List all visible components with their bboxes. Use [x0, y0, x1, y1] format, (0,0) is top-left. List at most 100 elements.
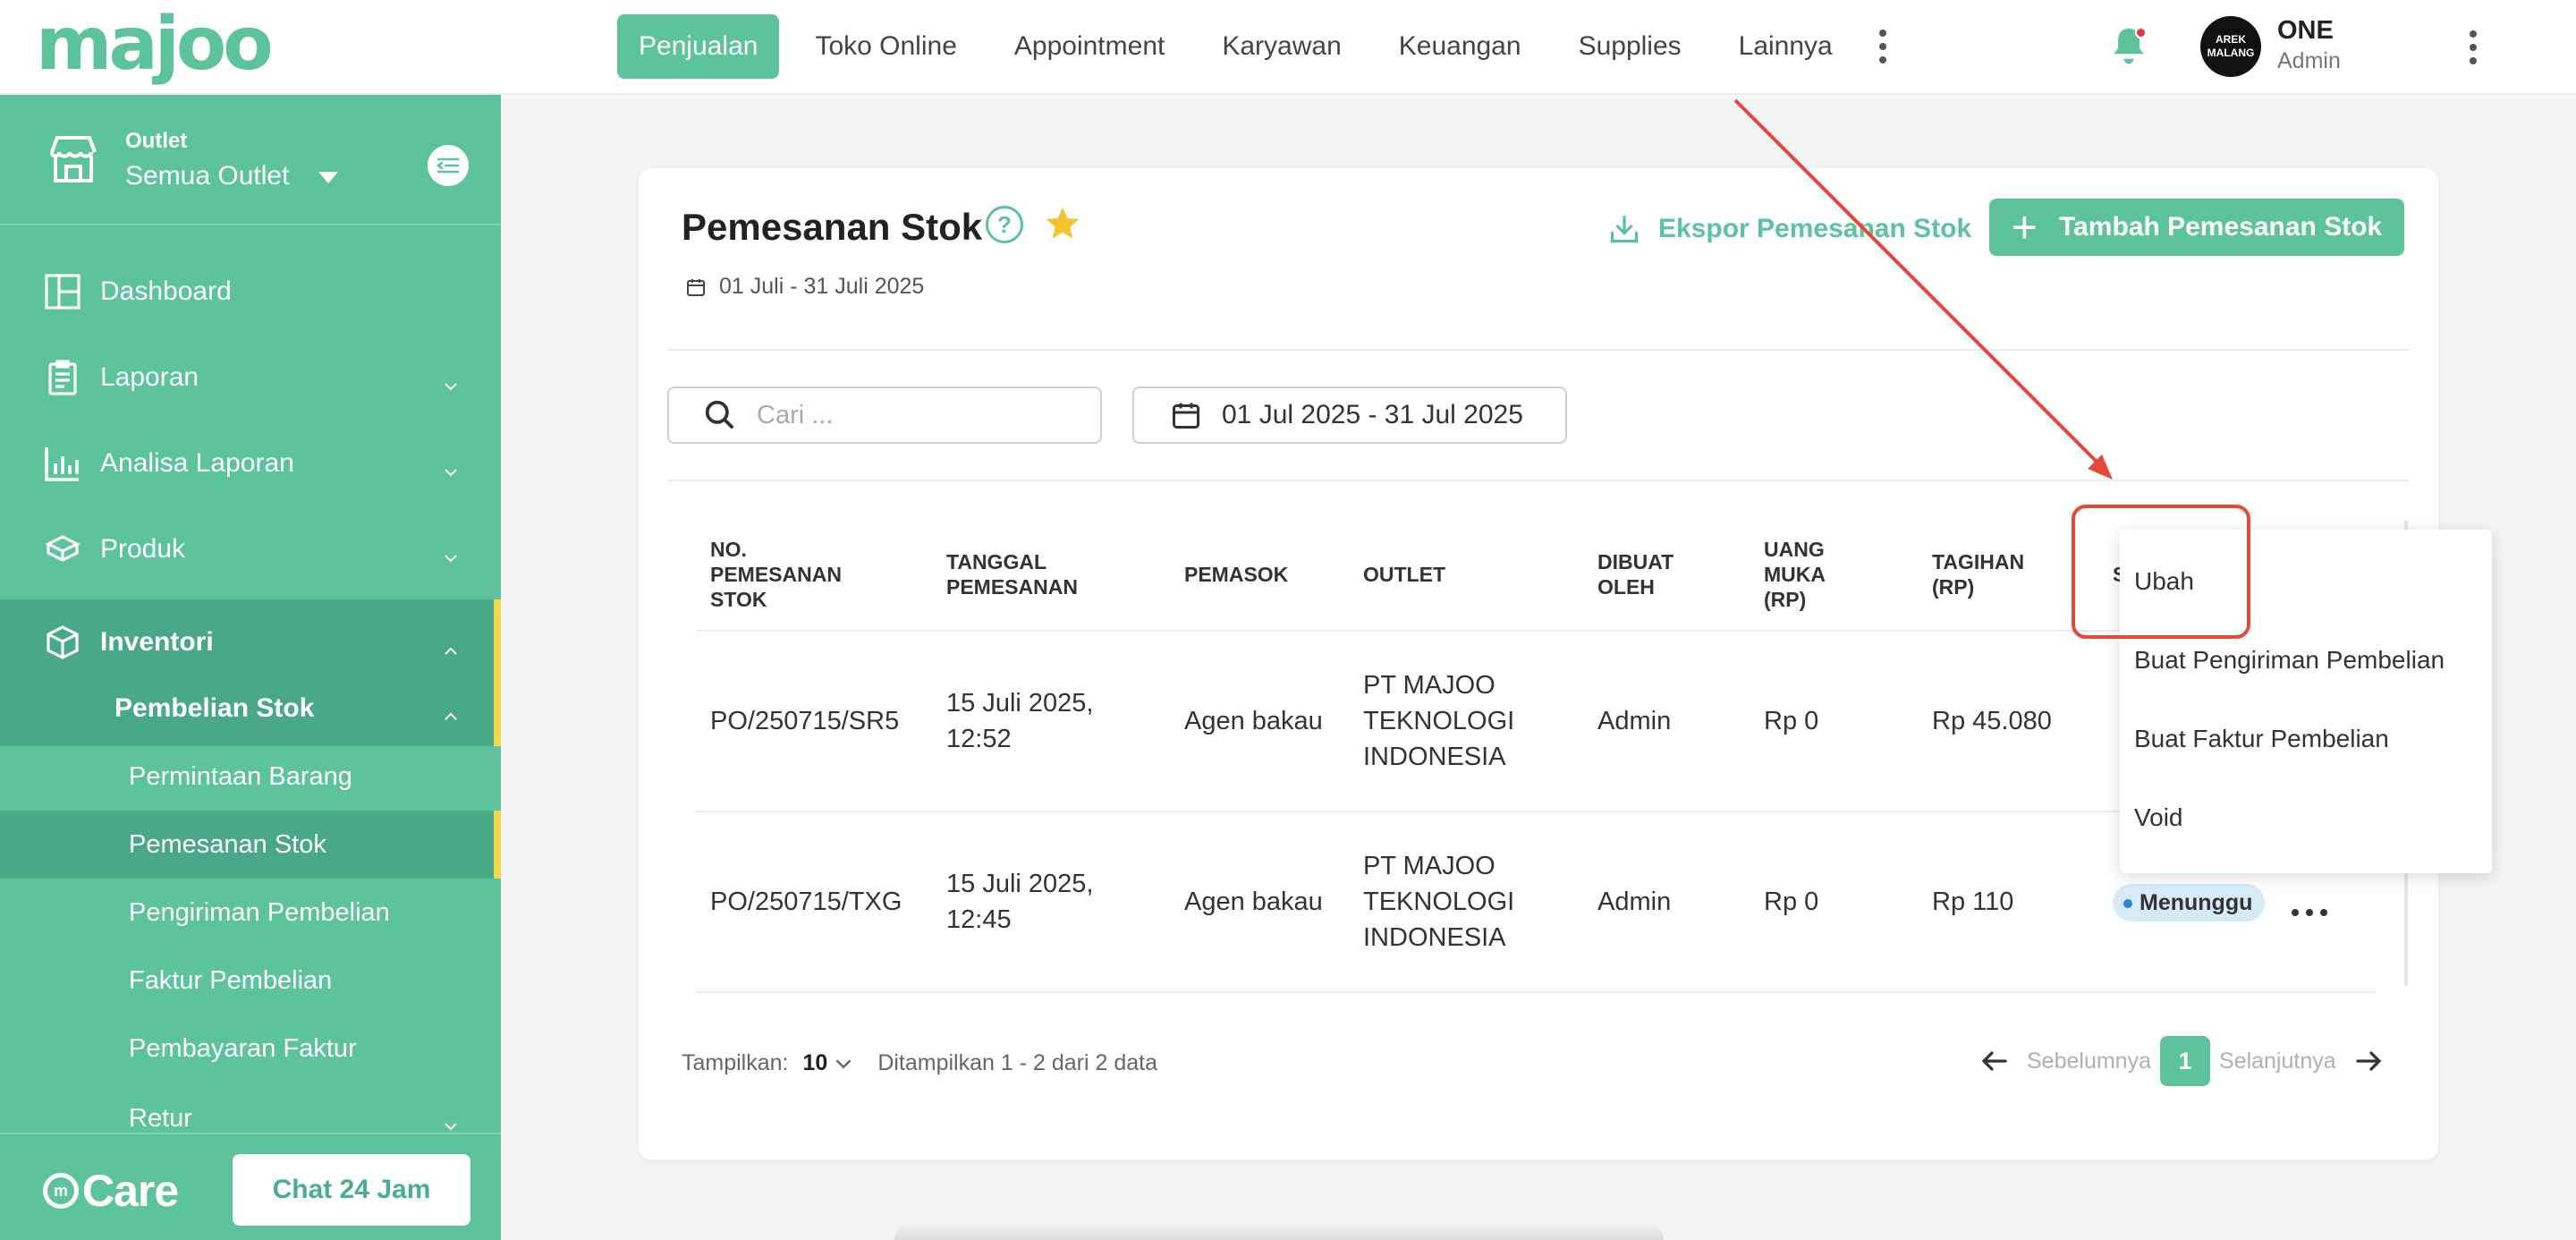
more-options-icon[interactable] [2467, 30, 2479, 64]
user-role: Admin [2277, 48, 2341, 73]
period-label: 01 Juli - 31 Juli 2025 [685, 274, 924, 300]
outlet-selector[interactable]: Outlet Semua Outlet [0, 95, 501, 225]
sidebar-item-permintaan-barang[interactable]: Permintaan Barang [0, 743, 501, 811]
download-icon [1610, 215, 1639, 243]
cube-icon [45, 624, 80, 660]
sidebar-item-pemesanan-stok[interactable]: Pemesanan Stok [0, 811, 501, 879]
menu-item-buat-faktur[interactable]: Buat Faktur Pembelian [2134, 725, 2389, 753]
box-icon [45, 531, 80, 567]
cell-dibuat-oleh: Admin [1597, 888, 1672, 916]
sidebar-item-faktur-pembelian[interactable]: Faktur Pembelian [0, 947, 501, 1015]
majoo-care-logo: m Care [43, 1165, 179, 1217]
notification-dot [2135, 27, 2147, 38]
calendar-icon [687, 278, 705, 296]
outlet-value[interactable]: Semua Outlet [125, 161, 289, 191]
majoo-logo[interactable]: majoo [36, 8, 274, 81]
clipboard-icon [45, 360, 80, 395]
header-outlet: OUTLET [1363, 563, 1445, 586]
sidebar-footer: m Care Chat 24 Jam [0, 1133, 501, 1240]
cell-tanggal: 15 Juli 2025, 12:45 [946, 870, 1094, 934]
favorite-star-icon[interactable] [1043, 204, 1082, 243]
divider [667, 349, 2410, 351]
cell-dibuat-oleh: Admin [1597, 707, 1672, 735]
header-tagihan: TAGIHAN (RP) [1932, 550, 2025, 599]
search-input[interactable] [757, 400, 1079, 430]
collapse-sidebar-button[interactable] [428, 145, 469, 186]
header-no-pemesanan: NO. PEMESANAN STOK [710, 538, 842, 611]
store-icon [45, 131, 102, 188]
divider [667, 480, 2410, 481]
menu-item-buat-pengiriman[interactable]: Buat Pengiriman Pembelian [2134, 646, 2445, 675]
cell-tanggal: 15 Juli 2025, 12:52 [946, 689, 1094, 753]
search-icon [705, 400, 734, 429]
date-range-picker[interactable]: 01 Jul 2025 - 31 Jul 2025 [1132, 386, 1567, 444]
table-divider [696, 991, 2376, 993]
menu-item-void[interactable]: Void [2134, 803, 2183, 832]
nav-karyawan[interactable]: Karyawan [1200, 14, 1362, 79]
sidebar-item-pembayaran-faktur[interactable]: Pembayaran Faktur [0, 1015, 501, 1083]
nav-lainnya[interactable]: Lainnya [1717, 14, 1854, 79]
sidebar-item-pengiriman-pembelian[interactable]: Pengiriman Pembelian [0, 879, 501, 947]
nav-more-icon[interactable] [1872, 14, 1894, 79]
chevron-down-icon [444, 456, 458, 477]
cell-outlet: PT MAJOO TEKNOLOGI INDONESIA [1363, 671, 1515, 771]
nav-keuangan[interactable]: Keuangan [1377, 14, 1543, 79]
nav-toko-online[interactable]: Toko Online [793, 14, 978, 79]
avatar[interactable]: AREK MALANG [2200, 16, 2261, 77]
sidebar-item-produk[interactable]: Produk [0, 506, 501, 592]
page-size-select[interactable]: 10 [803, 1050, 828, 1076]
status-badge: Menunggu [2113, 884, 2266, 922]
bottom-shadow [894, 1222, 1664, 1240]
active-indicator [494, 671, 501, 746]
chevron-down-icon [444, 370, 458, 391]
cell-no[interactable]: PO/250715/SR5 [710, 703, 899, 739]
sidebar-item-dashboard[interactable]: Dashboard [0, 249, 501, 335]
nav-appointment[interactable]: Appointment [993, 14, 1186, 79]
arrow-left-icon[interactable] [1979, 1045, 2011, 1077]
cell-pemasok: Agen bakau [1184, 707, 1323, 735]
pagination-summary: Ditampilkan 1 - 2 dari 2 data [877, 1050, 1157, 1075]
chat-24-jam-button[interactable]: Chat 24 Jam [233, 1154, 470, 1226]
pagination: Sebelumnya 1 Selanjutnya [1979, 1036, 2385, 1086]
header-pemasok: PEMASOK [1184, 563, 1289, 586]
sidebar-item-analisa-laporan[interactable]: Analisa Laporan [0, 420, 501, 506]
add-order-button[interactable]: + Tambah Pemesanan Stok [1989, 199, 2404, 256]
outlet-label: Outlet [125, 129, 188, 153]
plus-icon: + [2011, 202, 2038, 252]
next-page-link[interactable]: Selanjutnya [2219, 1049, 2336, 1074]
previous-page-link[interactable]: Sebelumnya [2027, 1049, 2151, 1074]
dashboard-icon [45, 274, 80, 310]
cell-tagihan: Rp 45.080 [1932, 707, 2052, 735]
bell-icon[interactable] [2109, 25, 2148, 68]
export-button[interactable]: Ekspor Pemesanan Stok [1608, 204, 1971, 254]
top-bar: majoo Penjualan Toko Online Appointment … [0, 0, 2576, 95]
header-dibuat-oleh: DIBUAT OLEH [1597, 550, 1674, 599]
nav-supplies[interactable]: Supplies [1557, 14, 1703, 79]
active-indicator [494, 811, 501, 879]
sidebar-item-laporan[interactable]: Laporan [0, 335, 501, 420]
page-size-control: Tampilkan: 10 Ditampilkan 1 - 2 dari 2 d… [682, 1050, 1157, 1076]
arrow-right-icon[interactable] [2352, 1045, 2385, 1077]
user-name[interactable]: ONE [2277, 16, 2334, 46]
page-number-button[interactable]: 1 [2159, 1036, 2210, 1086]
top-nav: Penjualan Toko Online Appointment Karyaw… [617, 14, 1894, 79]
sidebar: Outlet Semua Outlet Dashboard Laporan An… [0, 95, 501, 1240]
sidebar-item-pembelian-stok[interactable]: Pembelian Stok [0, 671, 501, 746]
row-actions-icon[interactable] [2292, 904, 2327, 922]
cell-uang-muka: Rp 0 [1764, 707, 1819, 735]
chevron-down-icon[interactable] [835, 1055, 852, 1073]
search-field[interactable] [667, 386, 1102, 444]
nav-penjualan[interactable]: Penjualan [617, 14, 780, 79]
cell-outlet: PT MAJOO TEKNOLOGI INDONESIA [1363, 852, 1515, 952]
cell-pemasok: Agen bakau [1184, 888, 1323, 916]
calendar-icon [1173, 403, 1199, 429]
chevron-up-icon [444, 635, 458, 655]
cell-no[interactable]: PO/250715/TXG [710, 884, 902, 920]
highlight-box [2072, 505, 2250, 639]
caret-down-icon[interactable] [318, 172, 338, 183]
chevron-down-icon [444, 542, 458, 563]
page-title: Pemesanan Stok [682, 206, 983, 248]
bar-chart-icon [45, 446, 80, 481]
help-icon[interactable]: ? [986, 206, 1023, 243]
cell-uang-muka: Rp 0 [1764, 888, 1819, 916]
